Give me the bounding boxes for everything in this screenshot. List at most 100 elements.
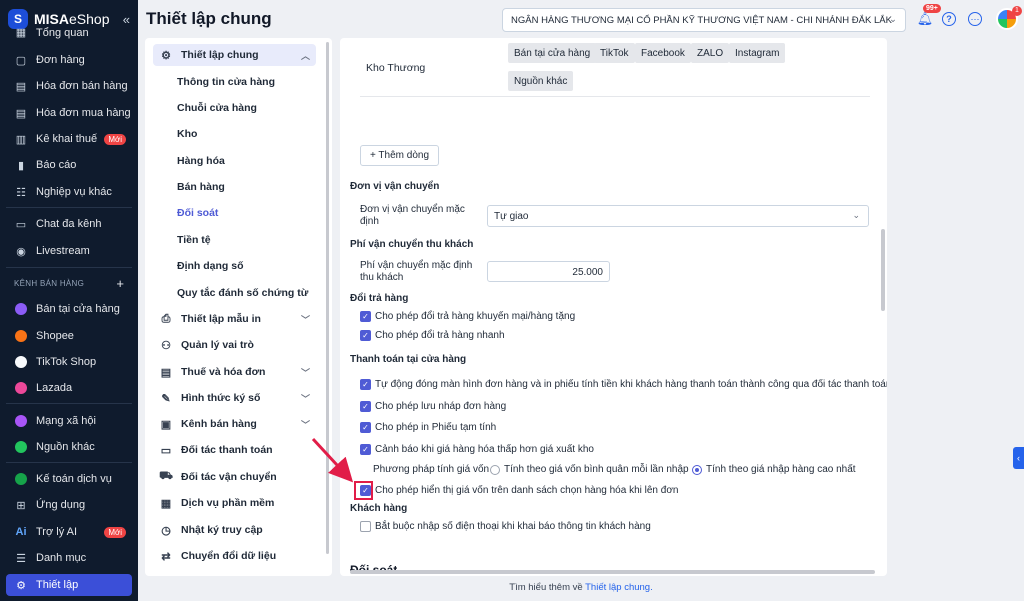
avatar-badge: 1 — [1012, 6, 1022, 16]
add-row-button[interactable]: + Thêm dòng — [360, 145, 439, 166]
sidebar-item-shopee[interactable]: Shopee — [6, 325, 132, 347]
channel-chip[interactable]: Nguồn khác — [508, 71, 574, 91]
radio-average-cost[interactable]: Tính theo giá vốn bình quân mỗi lần nhập — [490, 464, 689, 475]
checkbox-checked-icon[interactable]: ✓ — [360, 379, 371, 390]
signature-icon: ✎ — [161, 392, 171, 405]
option-return-promo[interactable]: ✓ Cho phép đổi trả hàng khuyến mại/hàng t… — [360, 311, 575, 322]
option-price-warning[interactable]: ✓ Cảnh báo khi giá hàng hóa thấp hơn giá … — [360, 444, 594, 455]
content-horizontal-scrollbar[interactable] — [350, 570, 875, 574]
sidebar-item-reports[interactable]: ▮ Báo cáo — [6, 154, 132, 176]
menu-store-info[interactable]: Thông tin cửa hàng — [153, 71, 316, 93]
main-sidebar: S MISAeShop « ▦ Tổng quan ▢ Đơn hàng ▤ Hóa … — [0, 0, 138, 601]
menu-doc-numbering[interactable]: Quy tắc đánh số chứng từ — [153, 282, 316, 304]
sidebar-item-tiktok[interactable]: TikTok Shop — [6, 351, 132, 373]
payment-partner-icon: ▭ — [160, 444, 172, 457]
channel-chip[interactable]: TikTok — [594, 43, 635, 63]
add-channel-icon[interactable]: + — [116, 276, 124, 291]
option-require-phone[interactable]: Bắt buộc nhập số điện thoại khi khai báo… — [360, 521, 651, 532]
channel-chip[interactable]: ZALO — [691, 43, 730, 63]
option-save-draft[interactable]: ✓ Cho phép lưu nháp đơn hàng — [360, 401, 506, 412]
checkbox-checked-icon[interactable]: ✓ — [360, 401, 371, 412]
footer-text: Tìm hiểu thêm về — [509, 582, 586, 593]
report-icon: ▮ — [17, 159, 25, 172]
menu-store-chain[interactable]: Chuỗi cửa hàng — [153, 97, 316, 119]
menu-signature[interactable]: ✎ Hình thức ký số ﹀ — [153, 387, 316, 409]
sidebar-item-other-source[interactable]: Nguồn khác — [6, 436, 132, 458]
logo-brand: MISA — [34, 11, 69, 27]
livestream-icon: ◉ — [16, 245, 26, 258]
sidebar-item-orders[interactable]: ▢ Đơn hàng — [6, 49, 132, 71]
sidebar-item-overview[interactable]: ▦ Tổng quan — [6, 27, 132, 39]
checkbox-checked-icon[interactable]: ✓ — [360, 422, 371, 433]
dashboard-icon: ▦ — [15, 27, 27, 39]
apps-icon: ⊞ — [16, 499, 26, 512]
checkbox-checked-icon[interactable]: ✓ — [360, 444, 371, 455]
default-shipping-select[interactable]: Tự giao ⌄ — [487, 205, 869, 227]
ai-icon: Ai — [15, 526, 27, 538]
footer-help-link[interactable]: Thiết lập chung. — [585, 582, 653, 593]
channel-chip[interactable]: Facebook — [635, 43, 691, 63]
sidebar-item-purchase-invoice[interactable]: ▤ Hóa đơn mua hàng — [6, 102, 132, 124]
menu-payment-partner[interactable]: ▭ Đối tác thanh toán — [153, 439, 316, 461]
menu-print-templates[interactable]: ⎙ Thiết lập mẫu in ﹀ — [153, 308, 316, 330]
chevron-up-icon: ︿ — [300, 50, 310, 61]
access-log-icon: ◷ — [161, 524, 171, 537]
sidebar-item-store[interactable]: Bán tại cửa hàng — [6, 298, 132, 320]
sidebar-item-lazada[interactable]: Lazada — [6, 377, 132, 399]
new-badge: Mới — [104, 526, 126, 538]
menu-tax-invoice[interactable]: ▤ Thuế và hóa đơn ﹀ — [153, 361, 316, 383]
sidebar-item-other-ops[interactable]: ☷ Nghiệp vụ khác — [6, 181, 132, 203]
menu-roles[interactable]: ⚇ Quản lý vai trò — [153, 334, 316, 356]
more-icon[interactable]: ⋯ — [968, 12, 982, 26]
sidebar-item-social[interactable]: Mạng xã hội — [6, 410, 132, 432]
sidebar-item-apps[interactable]: ⊞ Ứng dụng — [6, 494, 132, 516]
gear-icon: ⚙ — [16, 579, 26, 592]
menu-software-service[interactable]: ▦ Dịch vụ phần mềm — [153, 492, 316, 514]
menu-shipping-partner[interactable]: ⛟ Đối tác vận chuyển — [153, 466, 316, 488]
sidebar-item-accounting[interactable]: Kế toán dịch vụ — [6, 468, 132, 490]
sidebar-item-livestream[interactable]: ◉ Livestream — [6, 240, 132, 262]
option-print-temp[interactable]: ✓ Cho phép in Phiếu tạm tính — [360, 422, 496, 433]
sidebar-item-chat[interactable]: ▭ Chat đa kênh — [6, 213, 132, 235]
checkbox-unchecked-icon[interactable] — [360, 521, 371, 532]
radio-highest-cost[interactable]: Tính theo giá nhập hàng cao nhất — [692, 464, 856, 475]
menu-reconciliation[interactable]: Đối soát — [153, 202, 316, 224]
sidebar-divider — [6, 207, 132, 208]
default-fee-input[interactable]: 25.000 — [487, 261, 610, 282]
menu-scrollbar[interactable] — [326, 42, 329, 554]
other-ops-icon: ☷ — [16, 186, 26, 199]
double-chevron-left-icon[interactable]: « — [123, 12, 130, 27]
option-quick-return[interactable]: ✓ Cho phép đổi trả hàng nhanh — [360, 330, 505, 341]
checkbox-checked-icon[interactable]: ✓ — [360, 330, 371, 341]
help-icon[interactable]: ? — [942, 12, 956, 26]
option-show-cost[interactable]: ✓ Cho phép hiển thị giá vốn trên danh sác… — [360, 485, 678, 496]
customer-heading: Khách hàng — [350, 503, 408, 514]
menu-number-format[interactable]: Định dạng số — [153, 255, 316, 277]
sidebar-item-catalog[interactable]: ☰ Danh mục — [6, 547, 132, 569]
radio-unselected-icon[interactable] — [490, 464, 500, 475]
menu-goods[interactable]: Hàng hóa — [153, 150, 316, 172]
checkbox-checked-icon[interactable]: ✓ — [360, 311, 371, 322]
option-auto-close[interactable]: ✓ Tự động đóng màn hình đơn hàng và in ph… — [360, 379, 887, 390]
menu-sales[interactable]: Bán hàng — [153, 176, 316, 198]
channel-chip[interactable]: Instagram — [729, 43, 786, 63]
menu-access-log[interactable]: ◷ Nhật ký truy cập — [153, 519, 316, 541]
notification-badge: 99+ — [923, 4, 941, 13]
sidebar-item-tax[interactable]: ▥ Kê khai thuế Mới — [6, 128, 132, 150]
menu-warehouse[interactable]: Kho — [153, 123, 316, 145]
channel-chip[interactable]: Bán tại cửa hàng — [508, 43, 597, 63]
shipping-partner-icon: ⛟ — [159, 470, 173, 482]
sidebar-item-sales-invoice[interactable]: ▤ Hóa đơn bán hàng — [6, 75, 132, 97]
expand-panel-tab[interactable]: ‹ — [1013, 447, 1024, 469]
menu-currency[interactable]: Tiền tệ — [153, 229, 316, 251]
branch-select[interactable]: NGÂN HÀNG THƯƠNG MẠI CỔ PHẦN KỸ THƯƠNG V… — [502, 8, 906, 32]
menu-sales-channel[interactable]: ▣ Kênh bán hàng ﹀ — [153, 413, 316, 435]
sidebar-item-settings[interactable]: ⚙ Thiết lập — [6, 574, 132, 596]
menu-data-convert[interactable]: ⇄ Chuyển đổi dữ liệu — [153, 545, 316, 567]
menu-general-settings[interactable]: ⚙ Thiết lập chung ︿ — [153, 44, 316, 66]
sidebar-item-ai[interactable]: Ai Trợ lý AI Mới — [6, 521, 132, 543]
other-source-icon — [14, 440, 28, 454]
radio-selected-icon[interactable] — [692, 464, 702, 475]
content-vertical-scrollbar[interactable] — [881, 229, 885, 311]
sidebar-divider — [6, 403, 132, 404]
